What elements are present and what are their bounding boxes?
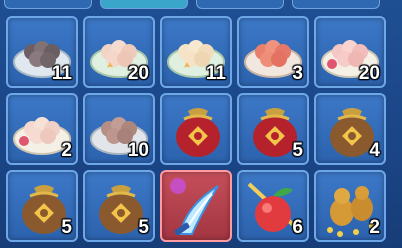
inventory-slot[interactable]: 5: [237, 93, 309, 165]
tab-stub-1[interactable]: [4, 0, 92, 9]
item-count: 11: [205, 63, 226, 84]
item-count: 20: [127, 63, 149, 84]
item-count: 2: [61, 140, 72, 161]
ice-blade-weapon-icon: [170, 178, 219, 236]
inventory-slot[interactable]: 20: [83, 16, 155, 88]
inventory-slot[interactable]: 4: [314, 93, 386, 165]
inventory-slot[interactable]: 11: [6, 16, 78, 88]
red-lucky-bag-icon: [176, 108, 220, 157]
inventory-slot[interactable]: 20: [314, 16, 386, 88]
item-count: 11: [51, 63, 72, 84]
tab-stub-3[interactable]: [196, 0, 284, 9]
item-count: 20: [358, 63, 380, 84]
item-count: 3: [292, 63, 303, 84]
item-count: 5: [138, 217, 149, 238]
top-tab-bar: [0, 0, 402, 10]
item-count: 5: [292, 140, 303, 161]
inventory-slot[interactable]: 5: [83, 170, 155, 242]
inventory-slot[interactable]: 11: [160, 16, 232, 88]
item-count: 10: [127, 140, 149, 161]
tab-stub-4[interactable]: [292, 0, 380, 9]
tab-stub-2[interactable]: [100, 0, 188, 9]
item-count: 6: [292, 217, 303, 238]
inventory-slot[interactable]: 2: [6, 93, 78, 165]
inventory-slot-selected[interactable]: [160, 170, 232, 242]
inventory-slot[interactable]: 3: [237, 16, 309, 88]
inventory-slot[interactable]: [160, 93, 232, 165]
item-count: 4: [369, 140, 380, 161]
inventory-grid: 11 20 11 3 20 2 10 5 4 5 5 6 2: [6, 16, 400, 248]
inventory-slot[interactable]: 2: [314, 170, 386, 242]
inventory-slot[interactable]: 5: [6, 170, 78, 242]
item-count: 2: [369, 217, 380, 238]
inventory-slot[interactable]: 6: [237, 170, 309, 242]
inventory-slot[interactable]: 10: [83, 93, 155, 165]
item-count: 5: [61, 217, 72, 238]
